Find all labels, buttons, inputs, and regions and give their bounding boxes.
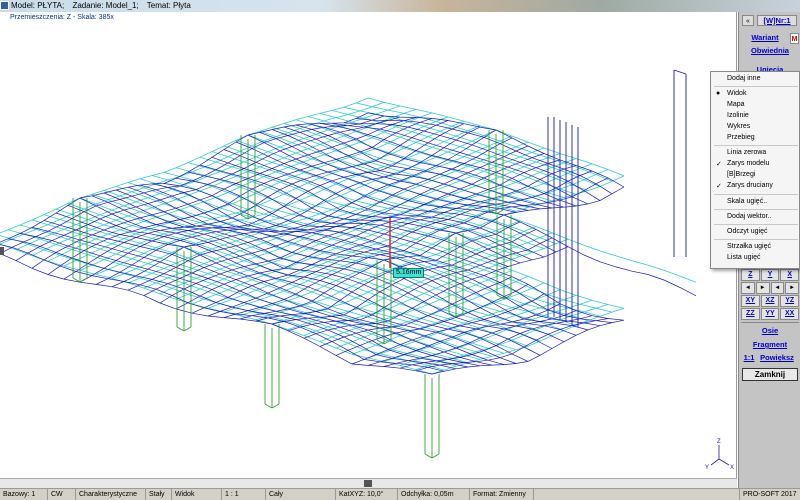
axis-x-line [718,458,730,466]
rotate-right-icon[interactable]: ► [755,282,770,294]
axis-x-label: X [730,465,734,471]
status-bar: Bazowy: 1 CW Charakterystyczne Stały Widok 1 … [0,488,800,500]
menu-item-3[interactable]: Izolinie [727,112,749,119]
collapse-arrow-icon[interactable]: « [742,15,754,26]
menu-separator [714,239,798,240]
menu-separator [714,86,798,87]
view-xz-button[interactable]: XZ [760,295,780,307]
title-topic: Temat: Płyta [146,1,191,10]
menu-separator [714,145,798,146]
view-zz-button[interactable]: ZZ [741,308,760,320]
deformed-mesh-line [0,115,385,254]
axis-y-label: Y [705,465,709,471]
view-axis-grid: Z Y X ◄ ► ◄ ► XY XZ YZ ZZ YY XX [741,269,800,321]
view-xy-button[interactable]: XY [741,295,760,307]
column-edge [264,403,273,409]
scroll-thumb[interactable] [364,480,372,487]
app-icon [0,1,9,10]
menu-item-14[interactable]: Lista ugięć [727,254,760,261]
column-edge [79,277,88,283]
menu-item-0[interactable]: Dodaj inne [727,75,760,82]
m-badge[interactable]: M [790,33,799,44]
rotate-left-icon[interactable]: ◄ [741,282,755,294]
original-mesh-line [7,229,457,367]
menu-item-12[interactable]: Odczyt ugięć [727,228,767,235]
deformed-mesh-line [383,310,577,367]
menu-item-2[interactable]: Mapa [727,101,745,108]
view-xx-button[interactable]: XX [780,308,800,320]
status-field-0: Bazowy: 1 [0,489,48,500]
menu-separator [714,194,798,195]
osie-button[interactable]: Osie [742,325,798,337]
status-field-5: 1 : 1 [222,489,266,500]
axis-z-label: Z [717,439,721,445]
scale-1-1-button[interactable]: 1:1 [742,352,756,364]
status-field-8: Odchyłka: 0,05m [398,489,470,500]
status-field-1: CW [48,489,76,500]
check-icon: ✓ [716,183,722,190]
deformation-view[interactable]: Z X Y [0,12,737,478]
status-field-4: Widok [172,489,222,500]
menu-item-10[interactable]: Skala ugięć.. [727,198,767,205]
check-icon: ✓ [716,161,722,168]
panel-divider [741,322,799,323]
powieksz-button[interactable]: Powiększ [757,352,797,364]
title-model: Model: PŁYTA; [11,1,65,10]
deformed-mesh-line [307,123,565,208]
menu-item-1[interactable]: Widok [727,90,746,97]
window-title: Model: PŁYTA; Zadanie: Model_1; Temat: P… [11,0,197,12]
variant-number-button[interactable]: [W]Nr:1 [757,15,797,26]
displacement-scale-label: Przemieszczenia: Z - Skala: 385x [10,14,114,21]
menu-item-11[interactable]: Dodaj wektor.. [727,213,771,220]
status-field-3: Stały [146,489,172,500]
deformed-mesh-line [15,116,401,261]
status-field-2: Charakterystyczne [76,489,146,500]
fragment-button[interactable]: Fragment [742,339,798,351]
model-viewport[interactable]: Z X Y Przemieszczenia: Z - Skala: 385x 5.1… [0,12,737,478]
view-yz-button[interactable]: YZ [780,295,800,307]
status-field-7: KatXYZ: 10,0° [336,489,398,500]
axis-x-button[interactable]: X [780,269,800,281]
menu-item-4[interactable]: Wykres [727,123,750,130]
menu-separator [714,209,798,210]
menu-item-9[interactable]: Zarys druciany [727,182,773,189]
obwiednia-button[interactable]: Obwiednia [742,45,798,57]
zamknij-button[interactable]: Zamknij [742,368,798,381]
column-edge [431,453,440,459]
status-field-6: Cały [266,489,336,500]
vertical-scroll-marker[interactable] [0,247,4,255]
radio-dot-icon: ● [716,90,721,97]
original-mesh-line [343,106,601,187]
tilt-right-icon[interactable]: ► [785,282,799,294]
original-mesh-line [247,134,697,283]
menu-item-5[interactable]: Przebieg [727,134,755,141]
original-mesh-line [207,163,593,309]
deflection-value-label: 5.16mm [393,268,425,278]
column-edge [176,326,185,332]
wall-edge [673,69,687,75]
context-menu: Dodaj inne Widok ● Mapa Izolinie Wykres Przebi… [710,71,800,269]
app-window: Model: PŁYTA; Zadanie: Model_1; Temat: P… [0,0,800,500]
menu-item-6[interactable]: Linia zerowa [727,149,766,156]
menu-item-7[interactable]: Zarys modelu [727,160,769,167]
title-task: Zadanie: Model_1; [72,1,139,10]
status-field-9: Format: Zmienny [470,489,534,500]
wariant-button[interactable]: Wariant [742,32,788,44]
column-edge [271,403,280,409]
menu-item-8[interactable]: [B]Brzegi [727,171,755,178]
status-field-11: PRO-SOFT 2017 [743,491,797,498]
menu-separator [714,224,798,225]
tilt-left-icon[interactable]: ◄ [770,282,785,294]
title-bar: Model: PŁYTA; Zadanie: Model_1; Temat: P… [0,0,800,12]
column-edge [183,326,192,332]
status-field-10 [534,489,740,500]
axis-y-line [710,458,720,466]
view-yy-button[interactable]: YY [760,308,780,320]
axis-y-button[interactable]: Y [760,269,780,281]
horizontal-scrollbar[interactable] [0,478,737,488]
column-edge [424,453,433,459]
axis-z-button[interactable]: Z [741,269,760,281]
menu-item-13[interactable]: Strzałka ugięć [727,243,771,250]
